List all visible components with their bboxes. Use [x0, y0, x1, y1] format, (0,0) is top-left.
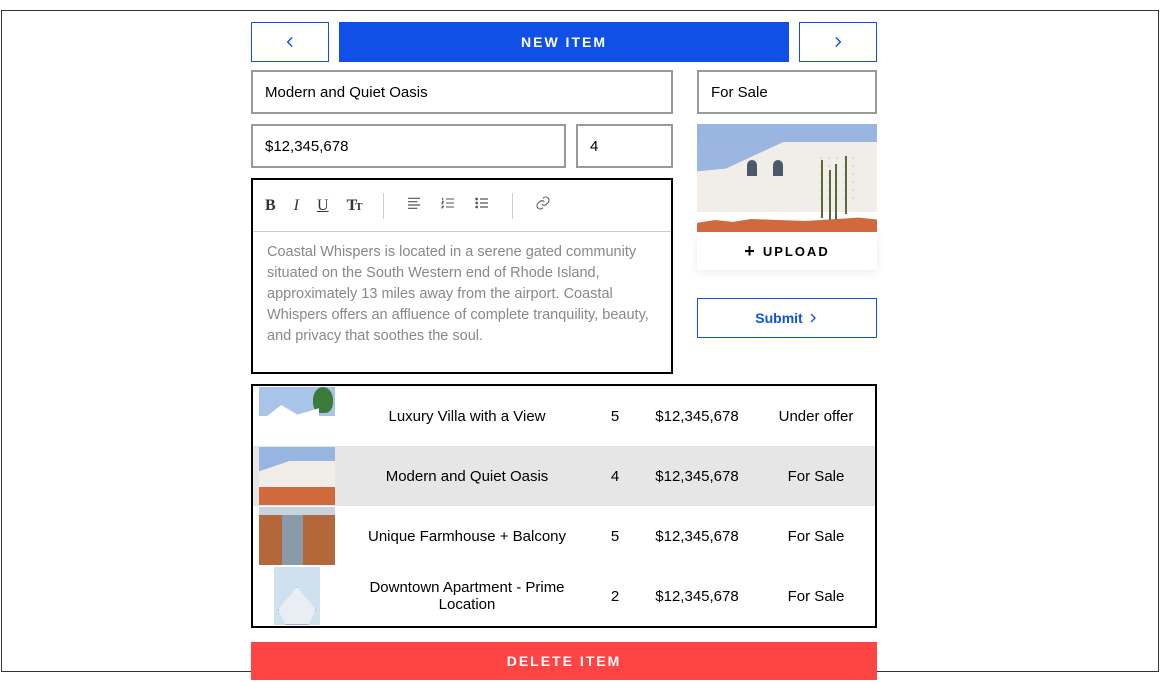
- app-window: NEW ITEM Modern and Quiet Oasis $12,345,…: [1, 10, 1159, 672]
- toolbar-separator: [383, 193, 384, 219]
- image-preview: [697, 124, 877, 232]
- upload-button[interactable]: + UPLOAD: [697, 232, 877, 270]
- row-thumbnail: [253, 386, 341, 446]
- row-qty: 2: [593, 588, 637, 605]
- table-row[interactable]: Luxury Villa with a View 5 $12,345,678 U…: [253, 386, 875, 446]
- row-status: Under offer: [757, 408, 875, 425]
- toolbar-separator: [512, 193, 513, 219]
- new-item-label: NEW ITEM: [521, 34, 607, 50]
- price-value: $12,345,678: [265, 138, 348, 155]
- chevron-right-icon: [831, 35, 845, 49]
- align-icon: [406, 195, 422, 211]
- delete-button[interactable]: DELETE ITEM: [251, 642, 877, 680]
- row-name: Luxury Villa with a View: [341, 408, 593, 425]
- delete-label: DELETE ITEM: [507, 653, 622, 669]
- chevron-right-icon: [807, 312, 819, 324]
- row-status: For Sale: [757, 528, 875, 545]
- plus-icon: +: [744, 241, 757, 262]
- table-row[interactable]: Downtown Apartment - Prime Location 2 $1…: [253, 566, 875, 626]
- bullet-list-icon: [474, 195, 490, 211]
- price-input[interactable]: $12,345,678: [251, 124, 566, 168]
- listings-table: Luxury Villa with a View 5 $12,345,678 U…: [251, 384, 877, 628]
- row-qty: 4: [593, 468, 637, 485]
- bold-button[interactable]: B: [265, 197, 276, 215]
- quantity-input[interactable]: 4: [576, 124, 673, 168]
- underline-button[interactable]: U: [317, 197, 329, 215]
- row-price: $12,345,678: [637, 528, 757, 545]
- ordered-list-button[interactable]: [440, 195, 456, 216]
- row-status: For Sale: [757, 588, 875, 605]
- link-icon: [535, 195, 551, 211]
- description-textarea[interactable]: Coastal Whispers is located in a serene …: [253, 232, 671, 372]
- chevron-left-icon: [283, 35, 297, 49]
- top-toolbar: NEW ITEM: [251, 22, 877, 62]
- status-input[interactable]: For Sale: [697, 70, 877, 114]
- italic-button[interactable]: I: [294, 197, 299, 215]
- submit-label: Submit: [755, 310, 802, 326]
- row-status: For Sale: [757, 468, 875, 485]
- submit-button[interactable]: Submit: [697, 298, 877, 338]
- row-price: $12,345,678: [637, 588, 757, 605]
- row-price: $12,345,678: [637, 468, 757, 485]
- row-thumbnail: [253, 506, 341, 566]
- status-value: For Sale: [711, 84, 768, 101]
- new-item-button[interactable]: NEW ITEM: [339, 22, 789, 62]
- prev-button[interactable]: [251, 22, 329, 62]
- quantity-value: 4: [590, 138, 598, 155]
- row-thumbnail: [253, 566, 341, 626]
- row-qty: 5: [593, 528, 637, 545]
- row-thumbnail: [253, 446, 341, 506]
- description-editor: B I U TT: [251, 178, 673, 374]
- row-name: Downtown Apartment - Prime Location: [341, 579, 593, 613]
- row-name: Unique Farmhouse + Balcony: [341, 528, 593, 545]
- name-value: Modern and Quiet Oasis: [265, 84, 428, 101]
- editor-toolbar: B I U TT: [253, 180, 671, 232]
- bullet-list-button[interactable]: [474, 195, 490, 216]
- ordered-list-icon: [440, 195, 456, 211]
- table-row[interactable]: Unique Farmhouse + Balcony 5 $12,345,678…: [253, 506, 875, 566]
- upload-label: UPLOAD: [763, 244, 830, 259]
- text-size-button[interactable]: TT: [347, 197, 361, 215]
- listings-scroll[interactable]: Luxury Villa with a View 5 $12,345,678 U…: [253, 386, 875, 626]
- description-text: Coastal Whispers is located in a serene …: [267, 244, 649, 344]
- align-button[interactable]: [406, 195, 422, 216]
- next-button[interactable]: [799, 22, 877, 62]
- row-price: $12,345,678: [637, 408, 757, 425]
- name-input[interactable]: Modern and Quiet Oasis: [251, 70, 673, 114]
- link-button[interactable]: [535, 195, 551, 216]
- table-row[interactable]: Modern and Quiet Oasis 4 $12,345,678 For…: [253, 446, 875, 506]
- row-name: Modern and Quiet Oasis: [341, 468, 593, 485]
- row-qty: 5: [593, 408, 637, 425]
